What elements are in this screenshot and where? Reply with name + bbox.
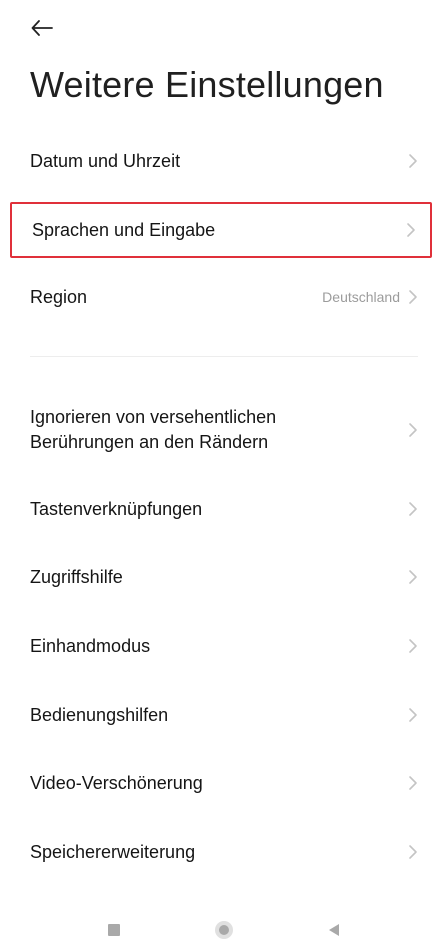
chevron-right-icon bbox=[409, 154, 417, 168]
triangle-left-icon bbox=[329, 924, 339, 936]
settings-item-bedienungshilfen[interactable]: Bedienungshilfen bbox=[10, 690, 432, 740]
settings-item-speichererweiterung[interactable]: Speichererweiterung bbox=[10, 827, 432, 877]
chevron-right-icon bbox=[407, 223, 415, 237]
settings-item-einhandmodus[interactable]: Einhandmodus bbox=[10, 621, 432, 671]
back-button[interactable] bbox=[24, 12, 60, 44]
home-button[interactable] bbox=[169, 908, 279, 952]
circle-icon bbox=[215, 921, 233, 939]
settings-item-label-line2: Berührungen an den Rändern bbox=[30, 432, 269, 452]
settings-item-label: Zugriffshilfe bbox=[30, 566, 123, 587]
settings-item-tastenverknuepfungen[interactable]: Tastenverknüpfungen bbox=[10, 484, 432, 534]
arrow-left-icon bbox=[31, 20, 53, 36]
chevron-right-icon bbox=[409, 290, 417, 304]
settings-item-label: Region bbox=[30, 286, 88, 307]
settings-item-label: Einhandmodus bbox=[30, 635, 151, 656]
settings-item-label: Datum und Uhrzeit bbox=[30, 150, 181, 171]
settings-item-video-verschoenerung[interactable]: Video-Verschönerung bbox=[10, 758, 432, 808]
settings-item-label: Ignorieren von versehentlichen Berührung… bbox=[30, 405, 276, 455]
square-icon bbox=[108, 924, 120, 936]
chevron-right-icon bbox=[409, 845, 417, 859]
settings-item-sprachen-eingabe[interactable]: Sprachen und Eingabe bbox=[10, 202, 432, 258]
settings-item-label: Bedienungshilfen bbox=[30, 704, 169, 725]
chevron-right-icon bbox=[409, 423, 417, 437]
settings-item-label: Tastenverknüpfungen bbox=[30, 498, 203, 519]
settings-item-region[interactable]: Region Deutschland bbox=[10, 272, 432, 322]
chevron-right-icon bbox=[409, 776, 417, 790]
region-value: Deutschland bbox=[322, 289, 400, 305]
settings-item-label-line1: Ignorieren von versehentlichen bbox=[30, 407, 277, 427]
settings-item-datum-uhrzeit[interactable]: Datum und Uhrzeit bbox=[10, 136, 432, 186]
chevron-right-icon bbox=[409, 708, 417, 722]
recents-button[interactable] bbox=[59, 908, 169, 952]
settings-item-label: Sprachen und Eingabe bbox=[32, 219, 216, 240]
chevron-right-icon bbox=[409, 639, 417, 653]
settings-item-label: Video-Verschönerung bbox=[30, 772, 203, 793]
settings-item-zugriffshilfe[interactable]: Zugriffshilfe bbox=[10, 552, 432, 602]
chevron-right-icon bbox=[409, 570, 417, 584]
settings-item-ignorieren-beruehrungen[interactable]: Ignorieren von versehentlichen Berührung… bbox=[10, 398, 432, 462]
chevron-right-icon bbox=[409, 502, 417, 516]
page-title: Weitere Einstellungen bbox=[30, 64, 384, 105]
system-back-button[interactable] bbox=[279, 908, 389, 952]
settings-item-label: Speichererweiterung bbox=[30, 841, 196, 862]
system-navigation-bar bbox=[0, 908, 448, 952]
section-divider bbox=[30, 356, 418, 357]
